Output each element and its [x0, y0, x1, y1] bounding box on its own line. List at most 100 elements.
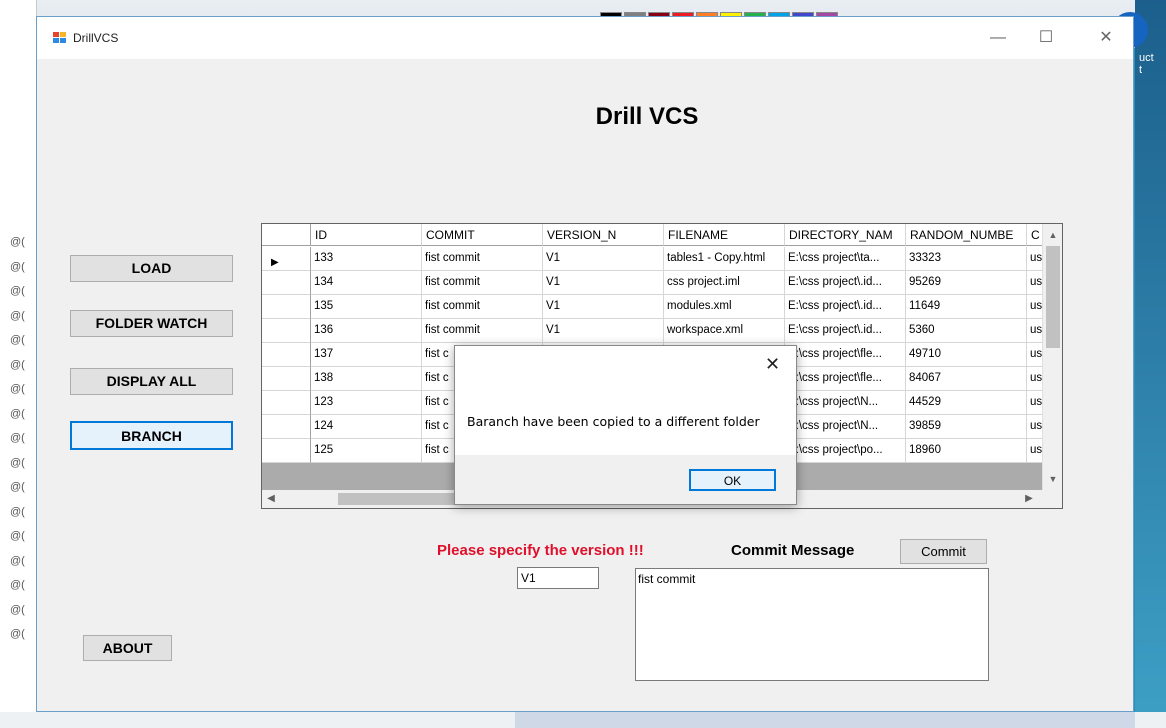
vertical-scroll-thumb[interactable] [1046, 246, 1060, 348]
cell-commit[interactable]: fist commit [422, 271, 543, 295]
cell-directory[interactable]: E:\css project\po... [785, 439, 906, 463]
scrollbar-corner [1042, 490, 1062, 508]
background-row-label: @( [10, 309, 25, 322]
cell-random[interactable]: 95269 [906, 271, 1027, 295]
cell-random[interactable]: 84067 [906, 367, 1027, 391]
row-header[interactable]: ▶ [262, 247, 311, 271]
cell-random[interactable]: 33323 [906, 247, 1027, 271]
background-row-label: @( [10, 481, 25, 493]
background-row-label: @( [10, 456, 25, 469]
background-row-label: @( [10, 285, 25, 297]
scroll-up-icon[interactable]: ▲ [1043, 226, 1062, 244]
commit-button[interactable]: Commit [900, 539, 987, 564]
branch-button[interactable]: BRANCH [70, 421, 233, 450]
cell-id[interactable]: 125 [311, 439, 422, 463]
cell-id[interactable]: 123 [311, 391, 422, 415]
cell-random[interactable]: 5360 [906, 319, 1027, 343]
background-row-label: @( [10, 579, 25, 591]
cell-directory[interactable]: E:\css project\fle... [785, 367, 906, 391]
cell-id[interactable]: 136 [311, 319, 422, 343]
version-input[interactable] [517, 567, 599, 589]
cell-directory[interactable]: E:\css project\.id... [785, 295, 906, 319]
background-left-panel: @(@(@(@(@(@(@(@(@(@(@(@(@(@(@(@(@( [0, 0, 37, 728]
cell-filename[interactable]: modules.xml [664, 295, 785, 319]
cell-filename[interactable]: tables1 - Copy.html [664, 247, 785, 271]
cell-version[interactable]: V1 [543, 295, 664, 319]
cell-commit[interactable]: fist commit [422, 295, 543, 319]
app-icon [53, 32, 67, 44]
page-title: Drill VCS [595, 103, 699, 130]
table-row[interactable]: ▶ 133 fist commit V1 tables1 - Copy.html E:\c… [262, 247, 1049, 271]
commit-message-field[interactable]: fist commit [635, 568, 989, 681]
ok-button[interactable]: OK [689, 469, 776, 491]
cell-directory[interactable]: E:\css project\.id... [785, 271, 906, 295]
cell-filename[interactable]: workspace.xml [664, 319, 785, 343]
scroll-left-icon[interactable]: ◀ [262, 490, 280, 508]
cell-version[interactable]: V1 [543, 319, 664, 343]
grid-header: ID COMMIT VERSION_N FILENAME DIRECTORY_N… [262, 224, 1049, 247]
cell-commit[interactable]: fist commit [422, 319, 543, 343]
cell-directory[interactable]: E:\css project\fle... [785, 343, 906, 367]
background-row-label: @( [10, 383, 25, 395]
cell-version[interactable]: V1 [543, 271, 664, 295]
scroll-down-icon[interactable]: ▼ [1043, 470, 1062, 488]
cell-random[interactable]: 39859 [906, 415, 1027, 439]
table-row[interactable]: 135 fist commit V1 modules.xml E:\css projec… [262, 295, 1049, 319]
cell-directory[interactable]: E:\css project\N... [785, 415, 906, 439]
background-row-label: @( [10, 358, 25, 371]
cell-random[interactable]: 18960 [906, 439, 1027, 463]
row-header[interactable] [262, 415, 311, 439]
row-header[interactable] [262, 295, 311, 319]
close-button[interactable]: ✕ [1083, 23, 1129, 53]
about-button[interactable]: ABOUT [83, 635, 172, 661]
cell-directory[interactable]: E:\css project\ta... [785, 247, 906, 271]
column-header-commit[interactable]: COMMIT [422, 224, 543, 246]
cell-id[interactable]: 133 [311, 247, 422, 271]
cell-version[interactable]: V1 [543, 247, 664, 271]
dialog-close-icon[interactable]: ✕ [765, 354, 780, 375]
commit-message-label: Commit Message [731, 542, 855, 559]
cell-directory[interactable]: E:\css project\.id... [785, 319, 906, 343]
vertical-scrollbar[interactable]: ▲ ▼ [1042, 224, 1062, 490]
cell-random[interactable]: 49710 [906, 343, 1027, 367]
column-header-directory[interactable]: DIRECTORY_NAM [785, 224, 906, 246]
table-row[interactable]: 136 fist commit V1 workspace.xml E:\css proj… [262, 319, 1049, 343]
background-row-label: @( [10, 407, 25, 420]
display-all-button[interactable]: DISPLAY ALL [70, 368, 233, 395]
row-header[interactable] [262, 439, 311, 463]
row-header[interactable] [262, 343, 311, 367]
table-row[interactable]: 134 fist commit V1 css project.iml E:\css pr… [262, 271, 1049, 295]
cell-id[interactable]: 124 [311, 415, 422, 439]
background-row-label: @( [10, 505, 25, 518]
scroll-right-icon[interactable]: ▶ [1020, 490, 1038, 508]
cell-directory[interactable]: E:\css project\N... [785, 391, 906, 415]
folder-watch-button[interactable]: FOLDER WATCH [70, 310, 233, 337]
row-header[interactable] [262, 319, 311, 343]
column-header-filename[interactable]: FILENAME [664, 224, 785, 246]
maximize-button[interactable]: ☐ [1023, 23, 1069, 53]
minimize-button[interactable]: — [975, 23, 1021, 53]
row-header[interactable] [262, 271, 311, 295]
cell-id[interactable]: 137 [311, 343, 422, 367]
column-header-random[interactable]: RANDOM_NUMBE [906, 224, 1027, 246]
cell-id[interactable]: 134 [311, 271, 422, 295]
cell-commit[interactable]: fist commit [422, 247, 543, 271]
background-row-label: @( [10, 603, 25, 616]
cell-id[interactable]: 138 [311, 367, 422, 391]
load-button[interactable]: LOAD [70, 255, 233, 282]
background-row-label: @( [10, 628, 25, 640]
cell-random[interactable]: 11649 [906, 295, 1027, 319]
cell-id[interactable]: 135 [311, 295, 422, 319]
background-row-label: @( [10, 554, 25, 567]
cell-filename[interactable]: css project.iml [664, 271, 785, 295]
background-taskbar [0, 712, 1166, 728]
horizontal-scroll-thumb[interactable] [338, 493, 456, 505]
column-header-id[interactable]: ID [311, 224, 422, 246]
background-row-label: @( [10, 530, 25, 542]
row-header[interactable] [262, 391, 311, 415]
title-bar[interactable]: DrillVCS — ☐ ✕ [37, 17, 1133, 59]
dialog-footer: OK [455, 455, 796, 504]
row-header[interactable] [262, 367, 311, 391]
cell-random[interactable]: 44529 [906, 391, 1027, 415]
column-header-version[interactable]: VERSION_N [543, 224, 664, 246]
